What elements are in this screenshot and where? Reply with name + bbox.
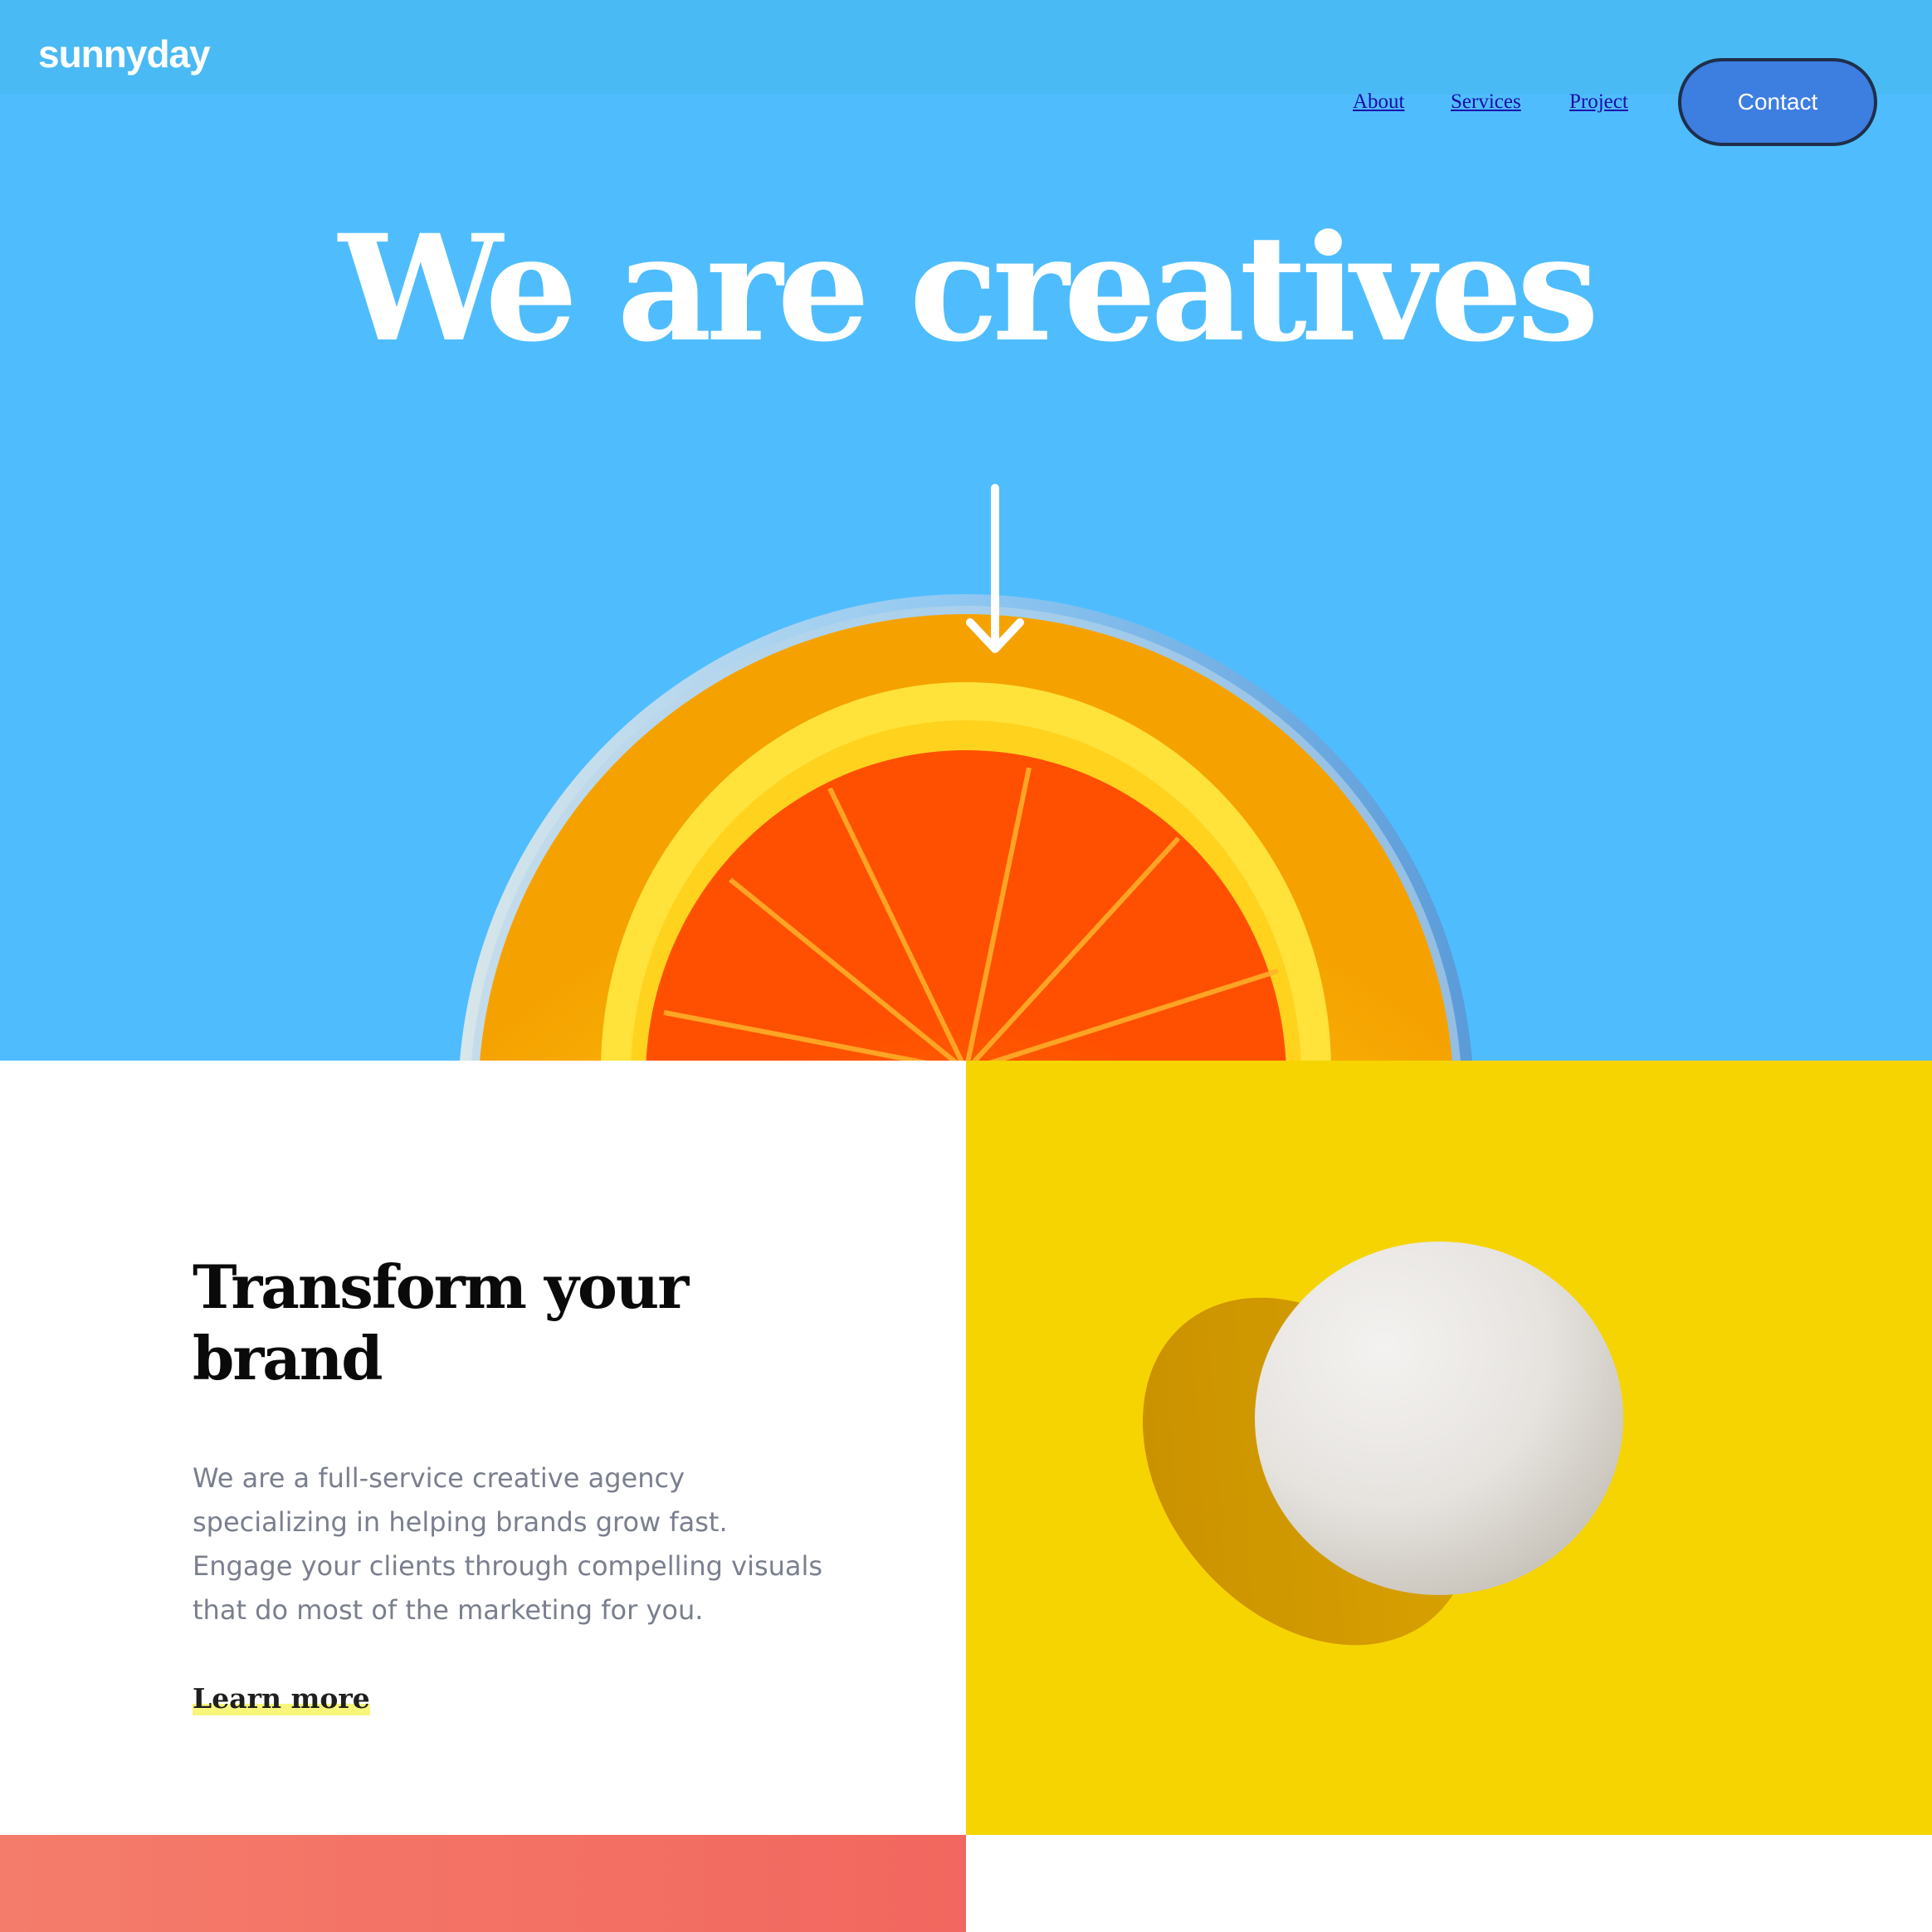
next-section-coral-panel (0, 1835, 966, 1932)
nav-link-about[interactable]: About (1353, 91, 1405, 112)
contact-button[interactable]: Contact (1678, 58, 1877, 146)
top-navigation-bar (0, 0, 1932, 95)
hero-title: We are creatives (339, 202, 1599, 374)
feature-body-text: We are a full-service creative agency sp… (193, 1462, 823, 1626)
nav-link-services[interactable]: Services (1451, 91, 1521, 112)
nav-link-project[interactable]: Project (1569, 91, 1628, 112)
logo[interactable]: sunnyday (38, 35, 211, 73)
next-section-white-panel (966, 1835, 1932, 1932)
arrow-down-icon (966, 484, 1024, 653)
learn-more-link[interactable]: Learn more (193, 1685, 370, 1715)
page: sunnyday About Services Project Contact … (0, 0, 1932, 1932)
hero-section: sunnyday About Services Project Contact … (0, 0, 1932, 1061)
feature-heading: Transform your brand (193, 1251, 689, 1393)
orange-juice-glass-image (460, 484, 1472, 1061)
egg-image (1143, 1242, 1623, 1646)
egg-image-panel (966, 1061, 1932, 1835)
feature-text-panel (0, 1061, 966, 1835)
